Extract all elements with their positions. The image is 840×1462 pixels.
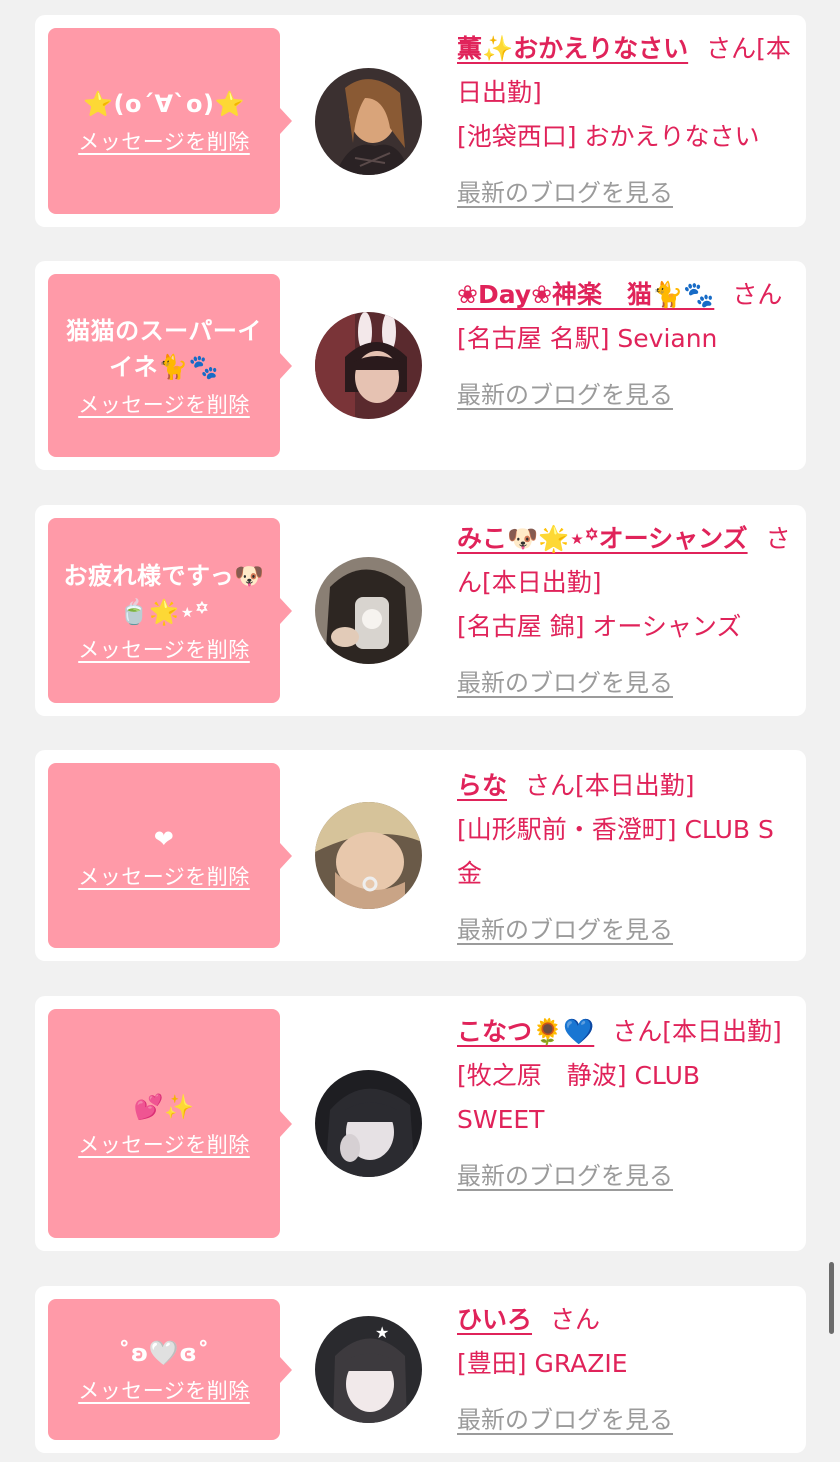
cast-name-link[interactable]: らな (457, 771, 507, 800)
delete-message-link[interactable]: メッセージを削除 (78, 861, 250, 891)
message-bubble: ⭐(o´∀`o)⭐ メッセージを削除 (48, 28, 292, 214)
message-text: お疲れ様ですっ🐶🍵🌟⋆꙳ (63, 561, 265, 626)
avatar[interactable] (315, 68, 422, 175)
avatar[interactable] (315, 312, 422, 419)
cast-info: らな さん[本日出勤] [山形駅前・香澄町] CLUB S金 最新のブログを見る (457, 764, 793, 952)
cast-info: みこ🐶🌟⋆꙳オーシャンズ さん[本日出勤] [名古屋 錦] オーシャンズ 最新のブ… (457, 517, 793, 705)
status-text: [本日出勤] (575, 771, 695, 800)
scrollbar[interactable] (829, 1262, 834, 1334)
cast-name-link[interactable]: 薫✨おかえりなさい (457, 34, 688, 63)
message-bubble: ˚ʚ🤍ɞ˚ メッセージを削除 (48, 1299, 292, 1440)
delete-message-link[interactable]: メッセージを削除 (78, 1375, 250, 1405)
latest-blog-link[interactable]: 最新のブログを見る (457, 373, 673, 417)
shop-text: [名古屋 名駅] Seviann (457, 324, 718, 353)
message-bubble: 猫猫のスーパーイイネ🐈🐾 メッセージを削除 (48, 274, 292, 457)
cast-info: ひいろ さん [豊田] GRAZIE 最新のブログを見る (457, 1298, 793, 1442)
latest-blog-link[interactable]: 最新のブログを見る (457, 1154, 673, 1198)
shop-text: [池袋西口] おかえりなさい (457, 122, 760, 151)
status-text: [本日出勤] (482, 568, 602, 597)
message-text: ˚ʚ🤍ɞ˚ (118, 1338, 210, 1367)
shop-text: [山形駅前・香澄町] CLUB S金 (457, 815, 774, 888)
latest-blog-link[interactable]: 最新のブログを見る (457, 171, 673, 215)
shop-text: [名古屋 錦] オーシャンズ (457, 612, 742, 641)
delete-message-link[interactable]: メッセージを削除 (78, 1129, 250, 1159)
latest-blog-link[interactable]: 最新のブログを見る (457, 661, 673, 705)
cast-info: こなつ🌻💙 さん[本日出勤] [牧之原 静波] CLUB SWEET 最新のブログ… (457, 1010, 793, 1198)
cast-info: 薫✨おかえりなさい さん[本日出勤] [池袋西口] おかえりなさい 最新のブログを… (457, 27, 793, 215)
status-text: [本日出勤] (662, 1017, 782, 1046)
latest-blog-link[interactable]: 最新のブログを見る (457, 908, 673, 952)
delete-message-link[interactable]: メッセージを削除 (78, 634, 250, 664)
avatar[interactable]: ★ (315, 1316, 422, 1423)
svg-text:★: ★ (375, 1323, 389, 1342)
san-label: さん (706, 34, 757, 63)
delete-message-link[interactable]: メッセージを削除 (78, 126, 250, 156)
message-list: ⭐(o´∀`o)⭐ メッセージを削除 薫✨おかえりなさい さん[本日出勤] [池袋… (0, 0, 840, 1462)
list-item: 猫猫のスーパーイイネ🐈🐾 メッセージを削除 ❀Day❀神楽 猫🐈🐾 さん [名古屋… (35, 261, 806, 470)
list-item: ˚ʚ🤍ɞ˚ メッセージを削除 ★ ひいろ さん [豊田] GRAZIE 最新のブロ… (35, 1286, 806, 1453)
list-item: ⭐(o´∀`o)⭐ メッセージを削除 薫✨おかえりなさい さん[本日出勤] [池袋… (35, 15, 806, 227)
list-item: お疲れ様ですっ🐶🍵🌟⋆꙳ メッセージを削除 みこ🐶🌟⋆꙳オーシャンズ さん[本日出… (35, 505, 806, 716)
message-bubble: 💕✨ メッセージを削除 (48, 1009, 292, 1238)
avatar[interactable] (315, 557, 422, 664)
message-text: 💕✨ (133, 1092, 195, 1121)
cast-info: ❀Day❀神楽 猫🐈🐾 さん [名古屋 名駅] Seviann 最新のブログを見る (457, 273, 793, 417)
cast-name-link[interactable]: ひいろ (457, 1305, 532, 1334)
san-label: さん (612, 1017, 663, 1046)
avatar[interactable] (315, 802, 422, 909)
list-item: 💕✨ メッセージを削除 こなつ🌻💙 さん[本日出勤] [牧之原 静波] CLUB … (35, 996, 806, 1251)
message-bubble: お疲れ様ですっ🐶🍵🌟⋆꙳ メッセージを削除 (48, 518, 292, 703)
message-text: ❤ (153, 824, 175, 853)
san-label: さん (525, 771, 576, 800)
cast-name-link[interactable]: ❀Day❀神楽 猫🐈🐾 (457, 280, 714, 309)
message-text: 猫猫のスーパーイイネ🐈🐾 (66, 316, 262, 381)
avatar[interactable] (315, 1070, 422, 1177)
message-bubble: ❤ メッセージを削除 (48, 763, 292, 948)
san-label: さん (732, 280, 783, 309)
cast-name-link[interactable]: みこ🐶🌟⋆꙳オーシャンズ (457, 524, 748, 553)
cast-name-link[interactable]: こなつ🌻💙 (457, 1017, 594, 1046)
list-item: ❤ メッセージを削除 らな さん[本日出勤] [山形駅前・香澄町] CLUB S金… (35, 750, 806, 961)
san-label: さん (550, 1305, 601, 1334)
shop-text: [豊田] GRAZIE (457, 1349, 628, 1378)
message-text: ⭐(o´∀`o)⭐ (83, 90, 245, 118)
latest-blog-link[interactable]: 最新のブログを見る (457, 1398, 673, 1442)
shop-text: [牧之原 静波] CLUB SWEET (457, 1061, 701, 1134)
delete-message-link[interactable]: メッセージを削除 (78, 389, 250, 419)
